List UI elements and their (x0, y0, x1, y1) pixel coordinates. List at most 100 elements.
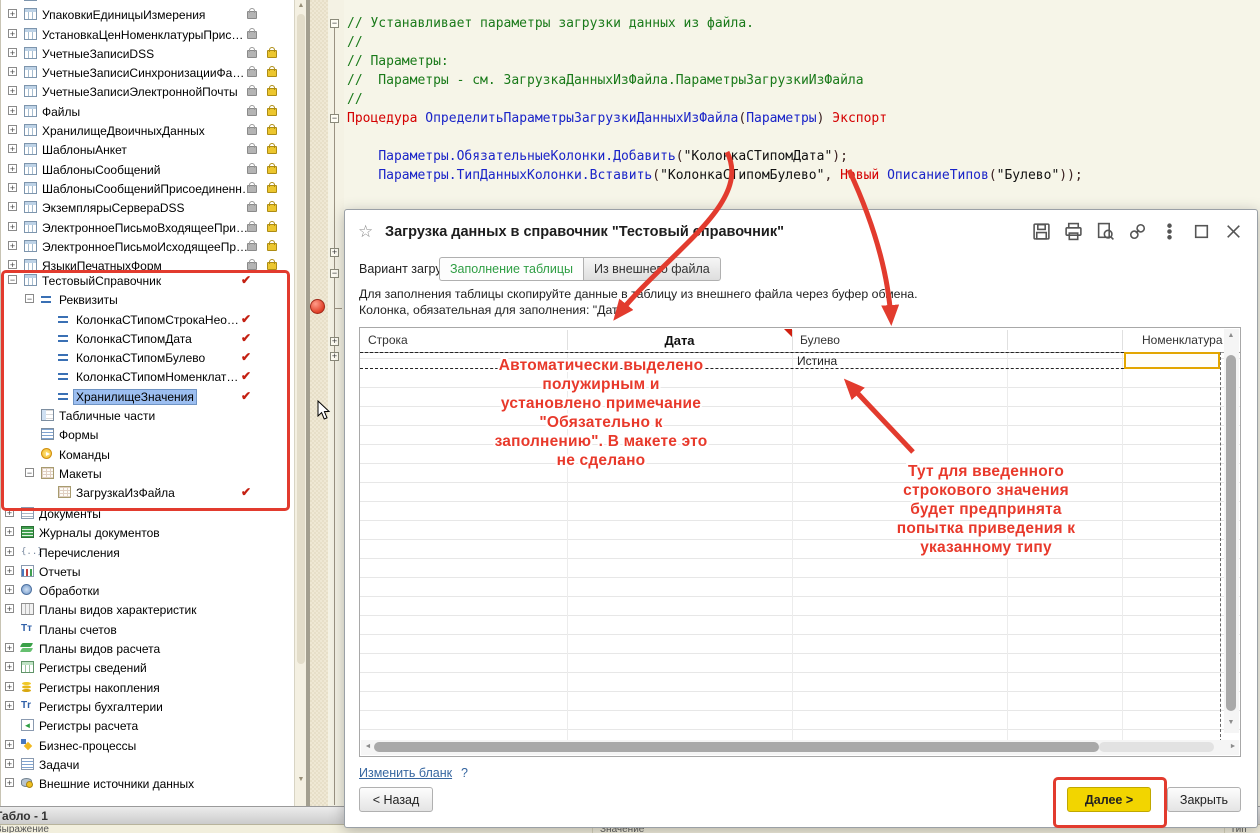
expand-icon[interactable]: + (5, 585, 14, 594)
variant-fill-table-button[interactable]: Заполнение таблицы (439, 257, 583, 281)
expand-icon[interactable]: + (5, 701, 14, 710)
tree-item[interactable]: КолонкаСТипомДата✔ (1, 329, 295, 348)
collapse-icon[interactable]: − (8, 275, 17, 284)
tree-item[interactable]: +ЭкземплярыСервераDSS (1, 198, 295, 217)
tree-scrollbar-thumb[interactable] (297, 14, 305, 664)
expand-icon[interactable]: + (8, 29, 17, 38)
expand-icon[interactable]: + (8, 202, 17, 211)
tree-item[interactable]: +УпаковкиЕдиницыИзмерения (1, 5, 295, 24)
hscroll-thumb[interactable] (374, 742, 1099, 752)
scroll-down-icon[interactable] (1225, 719, 1237, 726)
tree-item[interactable]: Регистры расчета (1, 716, 295, 735)
expand-icon[interactable]: + (8, 144, 17, 153)
expand-icon[interactable]: + (8, 164, 17, 173)
collapse-icon[interactable]: − (25, 468, 34, 477)
collapse-icon[interactable]: − (25, 294, 34, 303)
expand-icon[interactable]: + (8, 86, 17, 95)
scroll-up-icon[interactable] (1225, 332, 1237, 339)
tree-item[interactable]: +Бизнес-процессы (1, 736, 295, 755)
tree-item[interactable]: +Регистры бухгалтерии (1, 697, 295, 716)
help-link[interactable]: ? (461, 766, 468, 780)
tree-item[interactable]: +Отчеты (1, 562, 295, 581)
tree-item[interactable]: −Реквизиты (1, 290, 295, 309)
fold-collapse-icon[interactable]: − (330, 19, 339, 28)
tree-item[interactable]: +ЭлектронноеПисьмоИсходящееПр… (1, 237, 295, 256)
tree-item[interactable]: +Документы (1, 504, 295, 523)
tree-item[interactable]: +Задачи (1, 755, 295, 774)
maximize-icon[interactable] (1192, 222, 1211, 241)
close-button[interactable]: Закрыть (1167, 787, 1241, 812)
next-button[interactable]: Далее > (1067, 787, 1151, 812)
tree-item[interactable]: +Журналы документов (1, 523, 295, 542)
tree-item[interactable]: +Файлы (1, 102, 295, 121)
expand-icon[interactable]: + (8, 48, 17, 57)
print-icon[interactable] (1064, 222, 1083, 241)
tree-item[interactable]: +ШаблоныСообщенийПрисоединенн… (1, 179, 295, 198)
expand-icon[interactable]: + (5, 604, 14, 613)
tree-item[interactable]: +Перечисления (1, 543, 295, 562)
back-button[interactable]: < Назад (359, 787, 433, 812)
tree-item[interactable]: ЗагрузкаИзФайла✔ (1, 483, 295, 502)
scroll-left-icon[interactable] (362, 743, 374, 750)
tree-item[interactable]: +ЭлектронноеПисьмоВходящееПри… (1, 218, 295, 237)
tree-item[interactable]: +Внешние источники данных (1, 774, 295, 793)
tree-item[interactable]: +Планы видов характеристик (1, 600, 295, 619)
expand-icon[interactable]: + (5, 682, 14, 691)
breakpoint-icon[interactable] (310, 299, 325, 314)
tree-item[interactable]: +Регистры сведений (1, 658, 295, 677)
more-icon[interactable] (1160, 222, 1179, 241)
save-icon[interactable] (1032, 222, 1051, 241)
column-header-nomenklatura[interactable]: Номенклатура (1142, 333, 1223, 347)
table-vscrollbar[interactable] (1224, 329, 1239, 733)
column-header-bulevo[interactable]: Булево (800, 333, 840, 347)
table-hscrollbar[interactable] (361, 740, 1239, 755)
fold-expand-icon[interactable]: + (330, 337, 339, 346)
expand-icon[interactable]: + (5, 740, 14, 749)
expand-icon[interactable]: + (5, 662, 14, 671)
preview-icon[interactable] (1096, 222, 1115, 241)
tree-item[interactable]: Команды (1, 445, 295, 464)
tree-item[interactable]: −Макеты (1, 464, 295, 483)
tree-item[interactable]: +УстановкаЦенНоменклатурыПрис… (1, 25, 295, 44)
tree-item[interactable]: КолонкаСТипомБулево✔ (1, 348, 295, 367)
tree-item[interactable]: +Регистры накопления (1, 678, 295, 697)
tree-item[interactable]: Табличные части (1, 406, 295, 425)
tree-item[interactable]: Планы счетов (1, 620, 295, 639)
expand-icon[interactable]: + (5, 643, 14, 652)
tree-item[interactable]: КолонкаСТипомСтрокаНео…✔ (1, 310, 295, 329)
expand-icon[interactable]: + (8, 9, 17, 18)
column-header-data[interactable]: Дата (567, 333, 792, 348)
expand-icon[interactable]: + (8, 67, 17, 76)
close-icon[interactable] (1224, 222, 1243, 241)
expand-icon[interactable]: + (8, 125, 17, 134)
tree-item[interactable]: Формы (1, 425, 295, 444)
expand-icon[interactable]: + (5, 778, 14, 787)
edit-form-link[interactable]: Изменить бланк (359, 766, 452, 780)
tree-item[interactable]: +ХранилищеДвоичныхДанных (1, 121, 295, 140)
tree-item[interactable]: +ШаблоныАнкет (1, 140, 295, 159)
expand-icon[interactable]: + (8, 222, 17, 231)
fold-collapse-icon[interactable]: − (330, 269, 339, 278)
tree-item[interactable]: +УчетныеЗаписиDSS (1, 44, 295, 63)
expand-icon[interactable]: + (8, 260, 17, 269)
bool-cell-value[interactable]: Истина (797, 354, 837, 368)
expand-icon[interactable]: + (5, 566, 14, 575)
scroll-right-icon[interactable] (1227, 743, 1239, 750)
variant-external-file-button[interactable]: Из внешнего файла (583, 257, 721, 281)
tree-item[interactable]: КолонкаСТипомНоменклат…✔ (1, 367, 295, 386)
favorite-star-icon[interactable]: ☆ (358, 222, 373, 242)
tree-item[interactable]: +ШаблоныСообщений (1, 160, 295, 179)
tree-item[interactable]: +Планы видов расчета (1, 639, 295, 658)
fold-expand-icon[interactable]: + (330, 248, 339, 257)
expand-icon[interactable]: + (8, 183, 17, 192)
expand-icon[interactable]: + (8, 241, 17, 250)
fold-expand-icon[interactable]: + (330, 352, 339, 361)
link-icon[interactable] (1128, 222, 1147, 241)
expand-icon[interactable]: + (8, 106, 17, 115)
tree-item[interactable]: ХранилищеЗначения✔ (1, 387, 295, 406)
tree-item[interactable]: +Обработки (1, 581, 295, 600)
expand-icon[interactable]: + (5, 759, 14, 768)
active-cell[interactable] (1124, 352, 1220, 369)
expand-icon[interactable]: + (5, 508, 14, 517)
column-header-stroka[interactable]: Строка (368, 333, 408, 347)
